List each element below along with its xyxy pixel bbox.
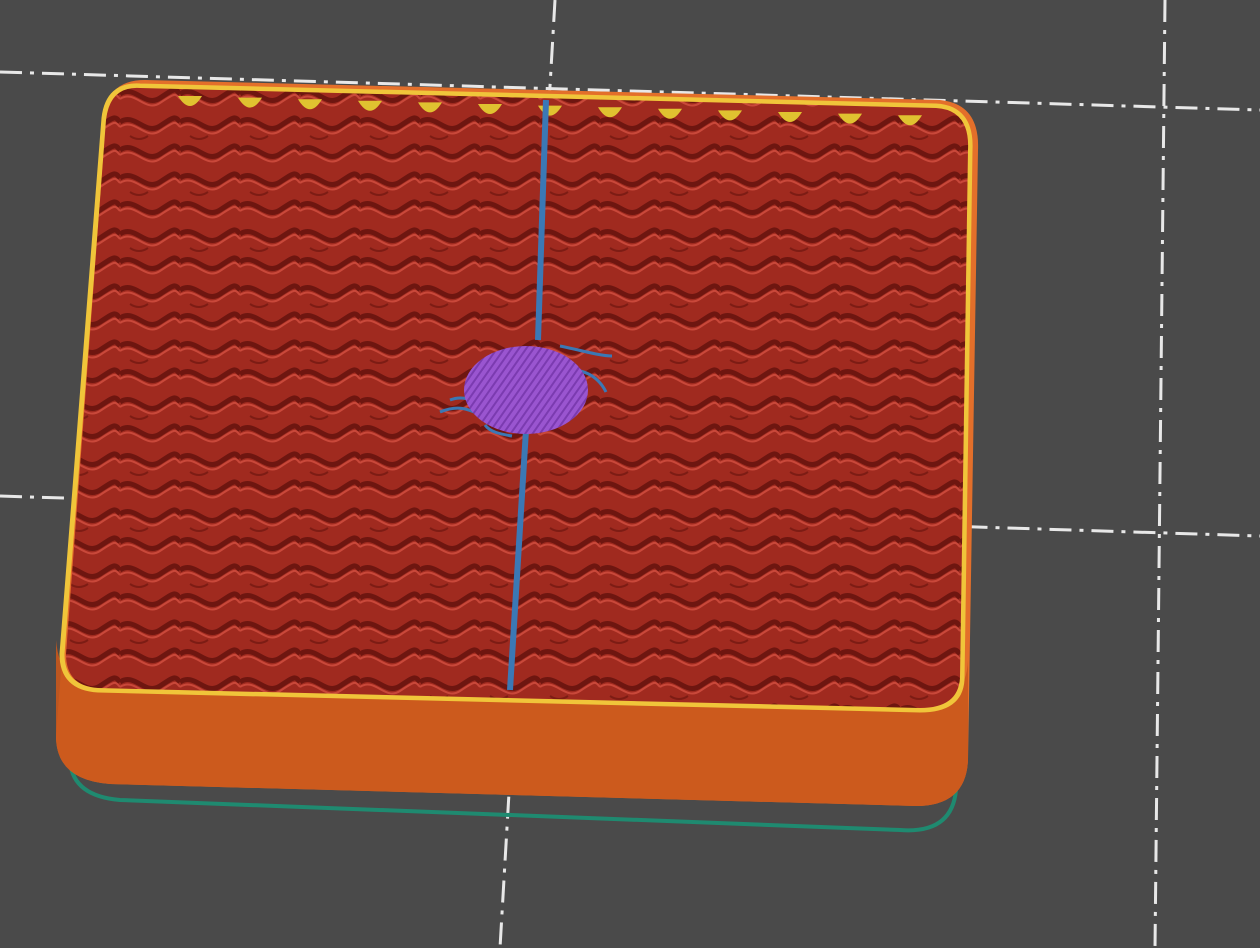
top-solid-infill-disc <box>464 346 588 434</box>
3d-preview-viewport[interactable] <box>0 0 1260 948</box>
bed-gridline <box>1153 0 1167 948</box>
scene-canvas[interactable] <box>0 0 1260 948</box>
